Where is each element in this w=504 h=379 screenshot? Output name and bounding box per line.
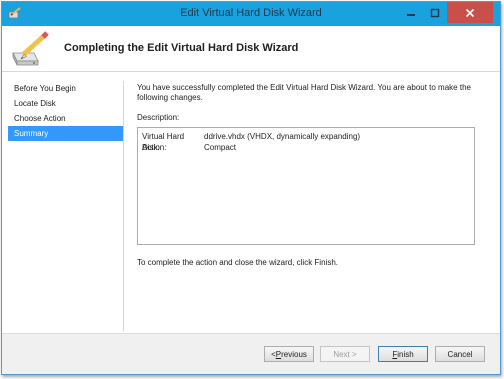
cancel-label: Cancel bbox=[447, 349, 473, 359]
close-icon bbox=[465, 8, 475, 17]
finish-button[interactable]: Finish bbox=[378, 346, 428, 362]
description-row: Virtual Hard Disk: ddrive.vhdx (VHDX, dy… bbox=[142, 131, 470, 152]
description-label: Description: bbox=[137, 113, 180, 122]
maximize-icon bbox=[430, 8, 440, 17]
summary-panel: You have successfully completed the Edit… bbox=[137, 83, 487, 267]
wizard-content: Before You Begin Locate Disk Choose Acti… bbox=[2, 73, 500, 341]
title-bar[interactable]: Edit Virtual Hard Disk Wizard bbox=[2, 2, 500, 26]
step-choose-action[interactable]: Choose Action bbox=[8, 111, 123, 126]
finish-rest: inish bbox=[397, 349, 414, 359]
description-value: Compact bbox=[204, 143, 237, 152]
wizard-header: Completing the Edit Virtual Hard Disk Wi… bbox=[2, 26, 500, 72]
description-value: ddrive.vhdx (VHDX, dynamically expanding… bbox=[204, 132, 361, 141]
button-bar: < Previous Next > Finish Cancel bbox=[2, 333, 500, 374]
intro-text: You have successfully completed the Edit… bbox=[137, 83, 471, 102]
step-before-you-begin[interactable]: Before You Begin bbox=[8, 81, 123, 96]
close-button[interactable] bbox=[447, 2, 493, 23]
previous-rest: revious bbox=[281, 349, 307, 359]
next-label: Next > bbox=[333, 349, 357, 359]
page-title: Completing the Edit Virtual Hard Disk Wi… bbox=[64, 42, 299, 54]
steps-list: Before You Begin Locate Disk Choose Acti… bbox=[8, 81, 124, 331]
description-row: Action: Compact bbox=[142, 142, 470, 153]
finish-hint: To complete the action and close the wiz… bbox=[137, 258, 338, 267]
previous-button[interactable]: < Previous bbox=[264, 346, 314, 362]
step-summary[interactable]: Summary bbox=[8, 126, 123, 141]
minimize-icon bbox=[407, 13, 415, 16]
cancel-button[interactable]: Cancel bbox=[435, 346, 485, 362]
description-box[interactable]: Virtual Hard Disk: ddrive.vhdx (VHDX, dy… bbox=[137, 127, 475, 245]
step-locate-disk[interactable]: Locate Disk bbox=[8, 96, 123, 111]
next-button[interactable]: Next > bbox=[320, 346, 370, 362]
description-key: Action: bbox=[142, 143, 167, 152]
wizard-window: Edit Virtual Hard Disk Wizard Completing… bbox=[1, 1, 501, 375]
maximize-button[interactable] bbox=[423, 2, 447, 23]
description-key: Virtual Hard Disk: bbox=[142, 132, 185, 152]
disk-pencil-icon bbox=[12, 31, 49, 66]
minimize-button[interactable] bbox=[399, 2, 423, 23]
